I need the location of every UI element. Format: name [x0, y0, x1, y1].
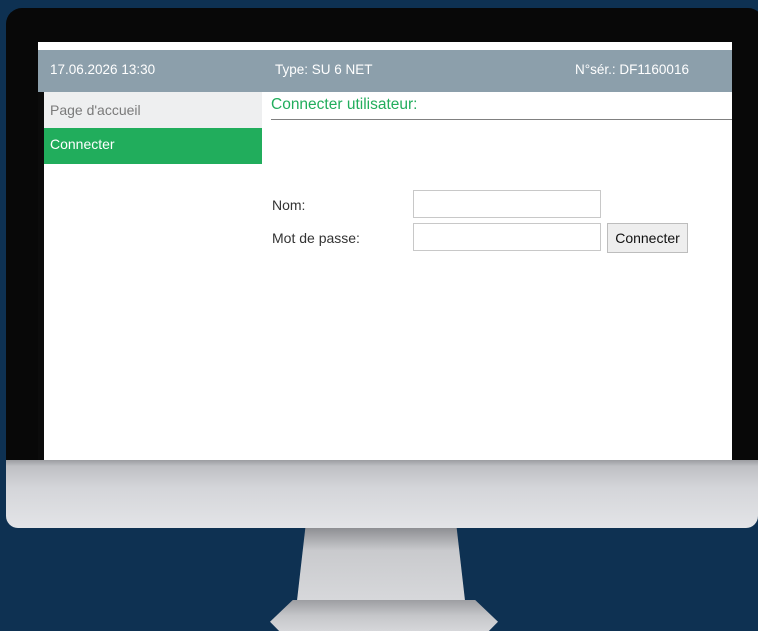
monitor-stand-base [270, 600, 498, 631]
desktop-background: 17.06.2026 13:30 Type: SU 6 NET N°sér.: … [0, 0, 758, 631]
screen-top-strip [38, 42, 258, 50]
password-label: Mot de passe: [272, 230, 360, 246]
header-datetime: 17.06.2026 13:30 [50, 62, 156, 77]
header-serial-number: N°sér.: DF1160016 [575, 62, 689, 77]
password-input[interactable] [413, 223, 601, 251]
sidebar-item-home[interactable]: Page d'accueil [44, 92, 262, 128]
password-row: Mot de passe: Connecter [271, 223, 732, 253]
monitor-screen: 17.06.2026 13:30 Type: SU 6 NET N°sér.: … [38, 42, 732, 460]
sidebar: Page d'accueil Connecter [44, 92, 262, 164]
main-content: Connecter utilisateur: Nom: Mot de passe… [271, 92, 732, 253]
monitor-chin-shadow [6, 460, 758, 466]
username-input[interactable] [413, 190, 601, 218]
page-title: Connecter utilisateur: [271, 92, 732, 120]
header-bar: 17.06.2026 13:30 Type: SU 6 NET N°sér.: … [38, 50, 732, 92]
monitor-chin [6, 460, 758, 528]
sidebar-item-login[interactable]: Connecter [44, 128, 262, 164]
username-label: Nom: [272, 197, 306, 213]
login-button[interactable]: Connecter [607, 223, 688, 253]
header-device-type: Type: SU 6 NET [275, 62, 373, 77]
username-row: Nom: [271, 190, 732, 220]
